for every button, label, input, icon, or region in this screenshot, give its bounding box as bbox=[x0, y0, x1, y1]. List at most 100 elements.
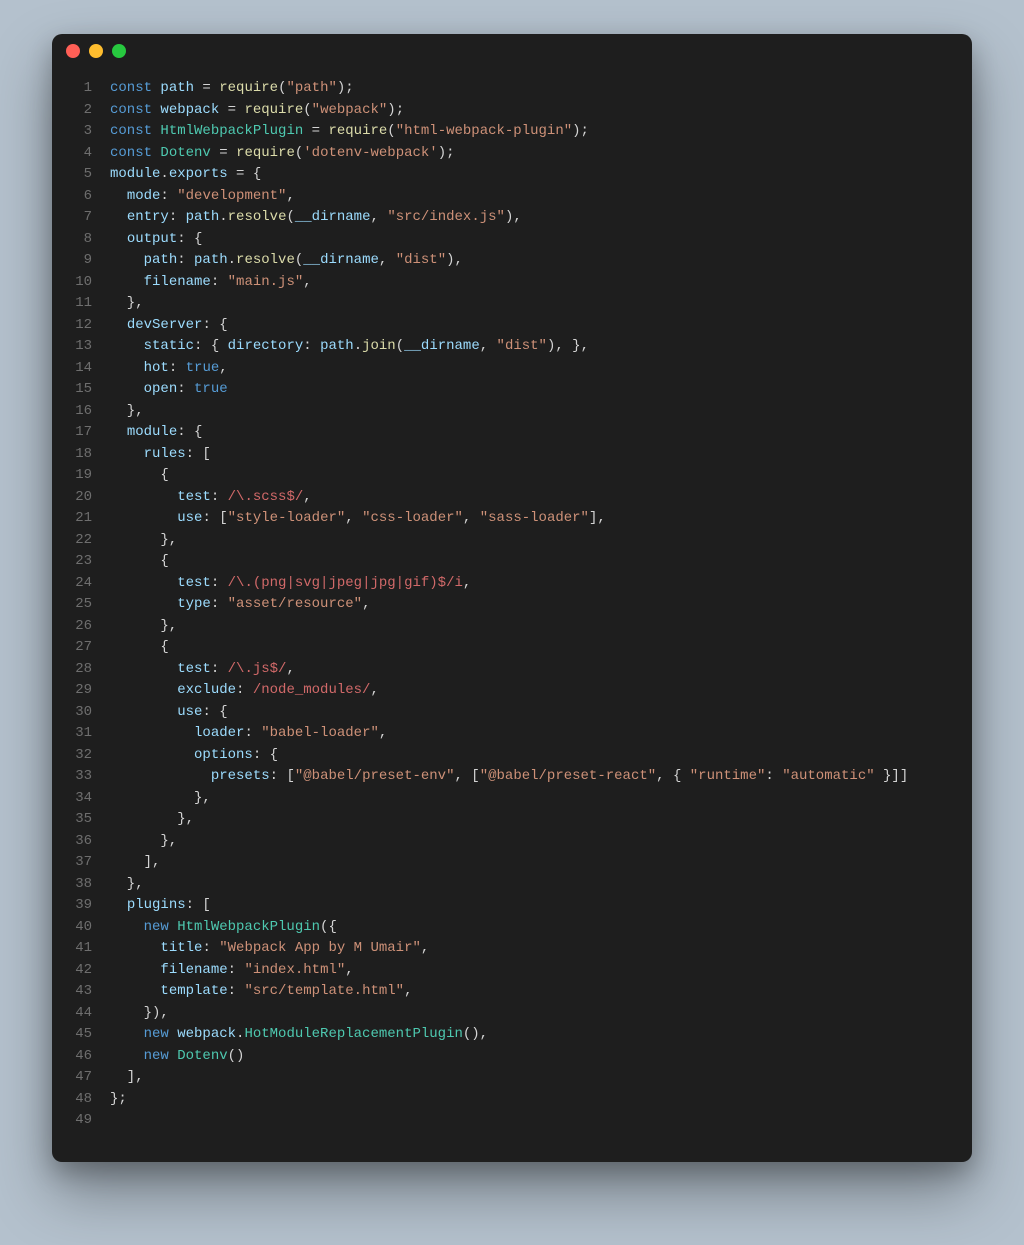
code-line[interactable]: 47 ], bbox=[64, 1067, 954, 1089]
code-line[interactable]: 27 { bbox=[64, 637, 954, 659]
code-content[interactable]: }, bbox=[110, 616, 177, 638]
code-line[interactable]: 20 test: /\.scss$/, bbox=[64, 487, 954, 509]
code-content[interactable]: }, bbox=[110, 401, 144, 423]
code-content[interactable]: new webpack.HotModuleReplacementPlugin()… bbox=[110, 1024, 488, 1046]
code-content[interactable]: }, bbox=[110, 530, 177, 552]
code-content[interactable]: new Dotenv() bbox=[110, 1046, 244, 1068]
code-line[interactable]: 4const Dotenv = require('dotenv-webpack'… bbox=[64, 143, 954, 165]
code-line[interactable]: 12 devServer: { bbox=[64, 315, 954, 337]
code-line[interactable]: 31 loader: "babel-loader", bbox=[64, 723, 954, 745]
code-line[interactable]: 41 title: "Webpack App by M Umair", bbox=[64, 938, 954, 960]
code-line[interactable]: 6 mode: "development", bbox=[64, 186, 954, 208]
code-content[interactable]: { bbox=[110, 551, 169, 573]
code-line[interactable]: 18 rules: [ bbox=[64, 444, 954, 466]
code-line[interactable]: 22 }, bbox=[64, 530, 954, 552]
code-content[interactable]: filename: "index.html", bbox=[110, 960, 354, 982]
code-content[interactable]: module: { bbox=[110, 422, 202, 444]
code-content[interactable]: const webpack = require("webpack"); bbox=[110, 100, 404, 122]
code-content[interactable]: options: { bbox=[110, 745, 278, 767]
code-content[interactable]: test: /\.scss$/, bbox=[110, 487, 312, 509]
code-line[interactable]: 8 output: { bbox=[64, 229, 954, 251]
code-content[interactable]: path: path.resolve(__dirname, "dist"), bbox=[110, 250, 463, 272]
code-line[interactable]: 44 }), bbox=[64, 1003, 954, 1025]
code-content[interactable]: }, bbox=[110, 831, 177, 853]
code-content[interactable]: const Dotenv = require('dotenv-webpack')… bbox=[110, 143, 455, 165]
code-content[interactable]: entry: path.resolve(__dirname, "src/inde… bbox=[110, 207, 522, 229]
code-content[interactable]: }, bbox=[110, 809, 194, 831]
code-line[interactable]: 38 }, bbox=[64, 874, 954, 896]
code-line[interactable]: 35 }, bbox=[64, 809, 954, 831]
code-content[interactable]: ], bbox=[110, 852, 160, 874]
code-content[interactable]: exclude: /node_modules/, bbox=[110, 680, 379, 702]
code-line[interactable]: 9 path: path.resolve(__dirname, "dist"), bbox=[64, 250, 954, 272]
code-content[interactable]: devServer: { bbox=[110, 315, 228, 337]
code-line[interactable]: 19 { bbox=[64, 465, 954, 487]
code-line[interactable]: 17 module: { bbox=[64, 422, 954, 444]
code-content[interactable]: open: true bbox=[110, 379, 228, 401]
code-line[interactable]: 42 filename: "index.html", bbox=[64, 960, 954, 982]
code-line[interactable]: 14 hot: true, bbox=[64, 358, 954, 380]
code-area[interactable]: 1const path = require("path");2const web… bbox=[52, 70, 972, 1162]
code-line[interactable]: 15 open: true bbox=[64, 379, 954, 401]
code-content[interactable]: }, bbox=[110, 874, 144, 896]
code-line[interactable]: 21 use: ["style-loader", "css-loader", "… bbox=[64, 508, 954, 530]
code-line[interactable]: 36 }, bbox=[64, 831, 954, 853]
code-content[interactable]: test: /\.js$/, bbox=[110, 659, 295, 681]
code-content[interactable]: loader: "babel-loader", bbox=[110, 723, 387, 745]
code-line[interactable]: 23 { bbox=[64, 551, 954, 573]
code-content[interactable]: static: { directory: path.join(__dirname… bbox=[110, 336, 589, 358]
code-content[interactable]: rules: [ bbox=[110, 444, 211, 466]
code-content[interactable]: { bbox=[110, 465, 169, 487]
code-content[interactable]: }, bbox=[110, 788, 211, 810]
code-content[interactable]: new HtmlWebpackPlugin({ bbox=[110, 917, 337, 939]
code-line[interactable]: 30 use: { bbox=[64, 702, 954, 724]
code-line[interactable]: 1const path = require("path"); bbox=[64, 78, 954, 100]
code-content[interactable]: }, bbox=[110, 293, 144, 315]
code-line[interactable]: 29 exclude: /node_modules/, bbox=[64, 680, 954, 702]
code-line[interactable]: 3const HtmlWebpackPlugin = require("html… bbox=[64, 121, 954, 143]
code-line[interactable]: 2const webpack = require("webpack"); bbox=[64, 100, 954, 122]
code-line[interactable]: 46 new Dotenv() bbox=[64, 1046, 954, 1068]
code-content[interactable]: ], bbox=[110, 1067, 144, 1089]
code-content[interactable]: module.exports = { bbox=[110, 164, 261, 186]
code-content[interactable]: plugins: [ bbox=[110, 895, 211, 917]
code-content[interactable]: output: { bbox=[110, 229, 202, 251]
code-content[interactable]: { bbox=[110, 637, 169, 659]
code-content[interactable]: presets: ["@babel/preset-env", ["@babel/… bbox=[110, 766, 908, 788]
code-line[interactable]: 5module.exports = { bbox=[64, 164, 954, 186]
code-content[interactable]: const path = require("path"); bbox=[110, 78, 354, 100]
code-content[interactable]: filename: "main.js", bbox=[110, 272, 312, 294]
code-content[interactable]: hot: true, bbox=[110, 358, 228, 380]
code-line[interactable]: 7 entry: path.resolve(__dirname, "src/in… bbox=[64, 207, 954, 229]
code-line[interactable]: 39 plugins: [ bbox=[64, 895, 954, 917]
code-content[interactable]: type: "asset/resource", bbox=[110, 594, 370, 616]
code-line[interactable]: 48}; bbox=[64, 1089, 954, 1111]
code-line[interactable]: 26 }, bbox=[64, 616, 954, 638]
code-line[interactable]: 13 static: { directory: path.join(__dirn… bbox=[64, 336, 954, 358]
minimize-icon[interactable] bbox=[89, 44, 103, 58]
maximize-icon[interactable] bbox=[112, 44, 126, 58]
code-line[interactable]: 32 options: { bbox=[64, 745, 954, 767]
code-content[interactable]: title: "Webpack App by M Umair", bbox=[110, 938, 429, 960]
code-line[interactable]: 49 bbox=[64, 1110, 954, 1132]
code-line[interactable]: 10 filename: "main.js", bbox=[64, 272, 954, 294]
code-content[interactable]: const HtmlWebpackPlugin = require("html-… bbox=[110, 121, 589, 143]
code-line[interactable]: 40 new HtmlWebpackPlugin({ bbox=[64, 917, 954, 939]
code-line[interactable]: 24 test: /\.(png|svg|jpeg|jpg|gif)$/i, bbox=[64, 573, 954, 595]
code-content[interactable]: use: { bbox=[110, 702, 228, 724]
code-line[interactable]: 37 ], bbox=[64, 852, 954, 874]
code-line[interactable]: 43 template: "src/template.html", bbox=[64, 981, 954, 1003]
code-line[interactable]: 28 test: /\.js$/, bbox=[64, 659, 954, 681]
code-content[interactable]: test: /\.(png|svg|jpeg|jpg|gif)$/i, bbox=[110, 573, 471, 595]
code-content[interactable]: template: "src/template.html", bbox=[110, 981, 413, 1003]
code-line[interactable]: 11 }, bbox=[64, 293, 954, 315]
code-line[interactable]: 34 }, bbox=[64, 788, 954, 810]
code-content[interactable]: use: ["style-loader", "css-loader", "sas… bbox=[110, 508, 606, 530]
code-line[interactable]: 33 presets: ["@babel/preset-env", ["@bab… bbox=[64, 766, 954, 788]
code-line[interactable]: 16 }, bbox=[64, 401, 954, 423]
code-content[interactable]: }), bbox=[110, 1003, 169, 1025]
code-content[interactable]: }; bbox=[110, 1089, 127, 1111]
code-line[interactable]: 45 new webpack.HotModuleReplacementPlugi… bbox=[64, 1024, 954, 1046]
code-line[interactable]: 25 type: "asset/resource", bbox=[64, 594, 954, 616]
close-icon[interactable] bbox=[66, 44, 80, 58]
